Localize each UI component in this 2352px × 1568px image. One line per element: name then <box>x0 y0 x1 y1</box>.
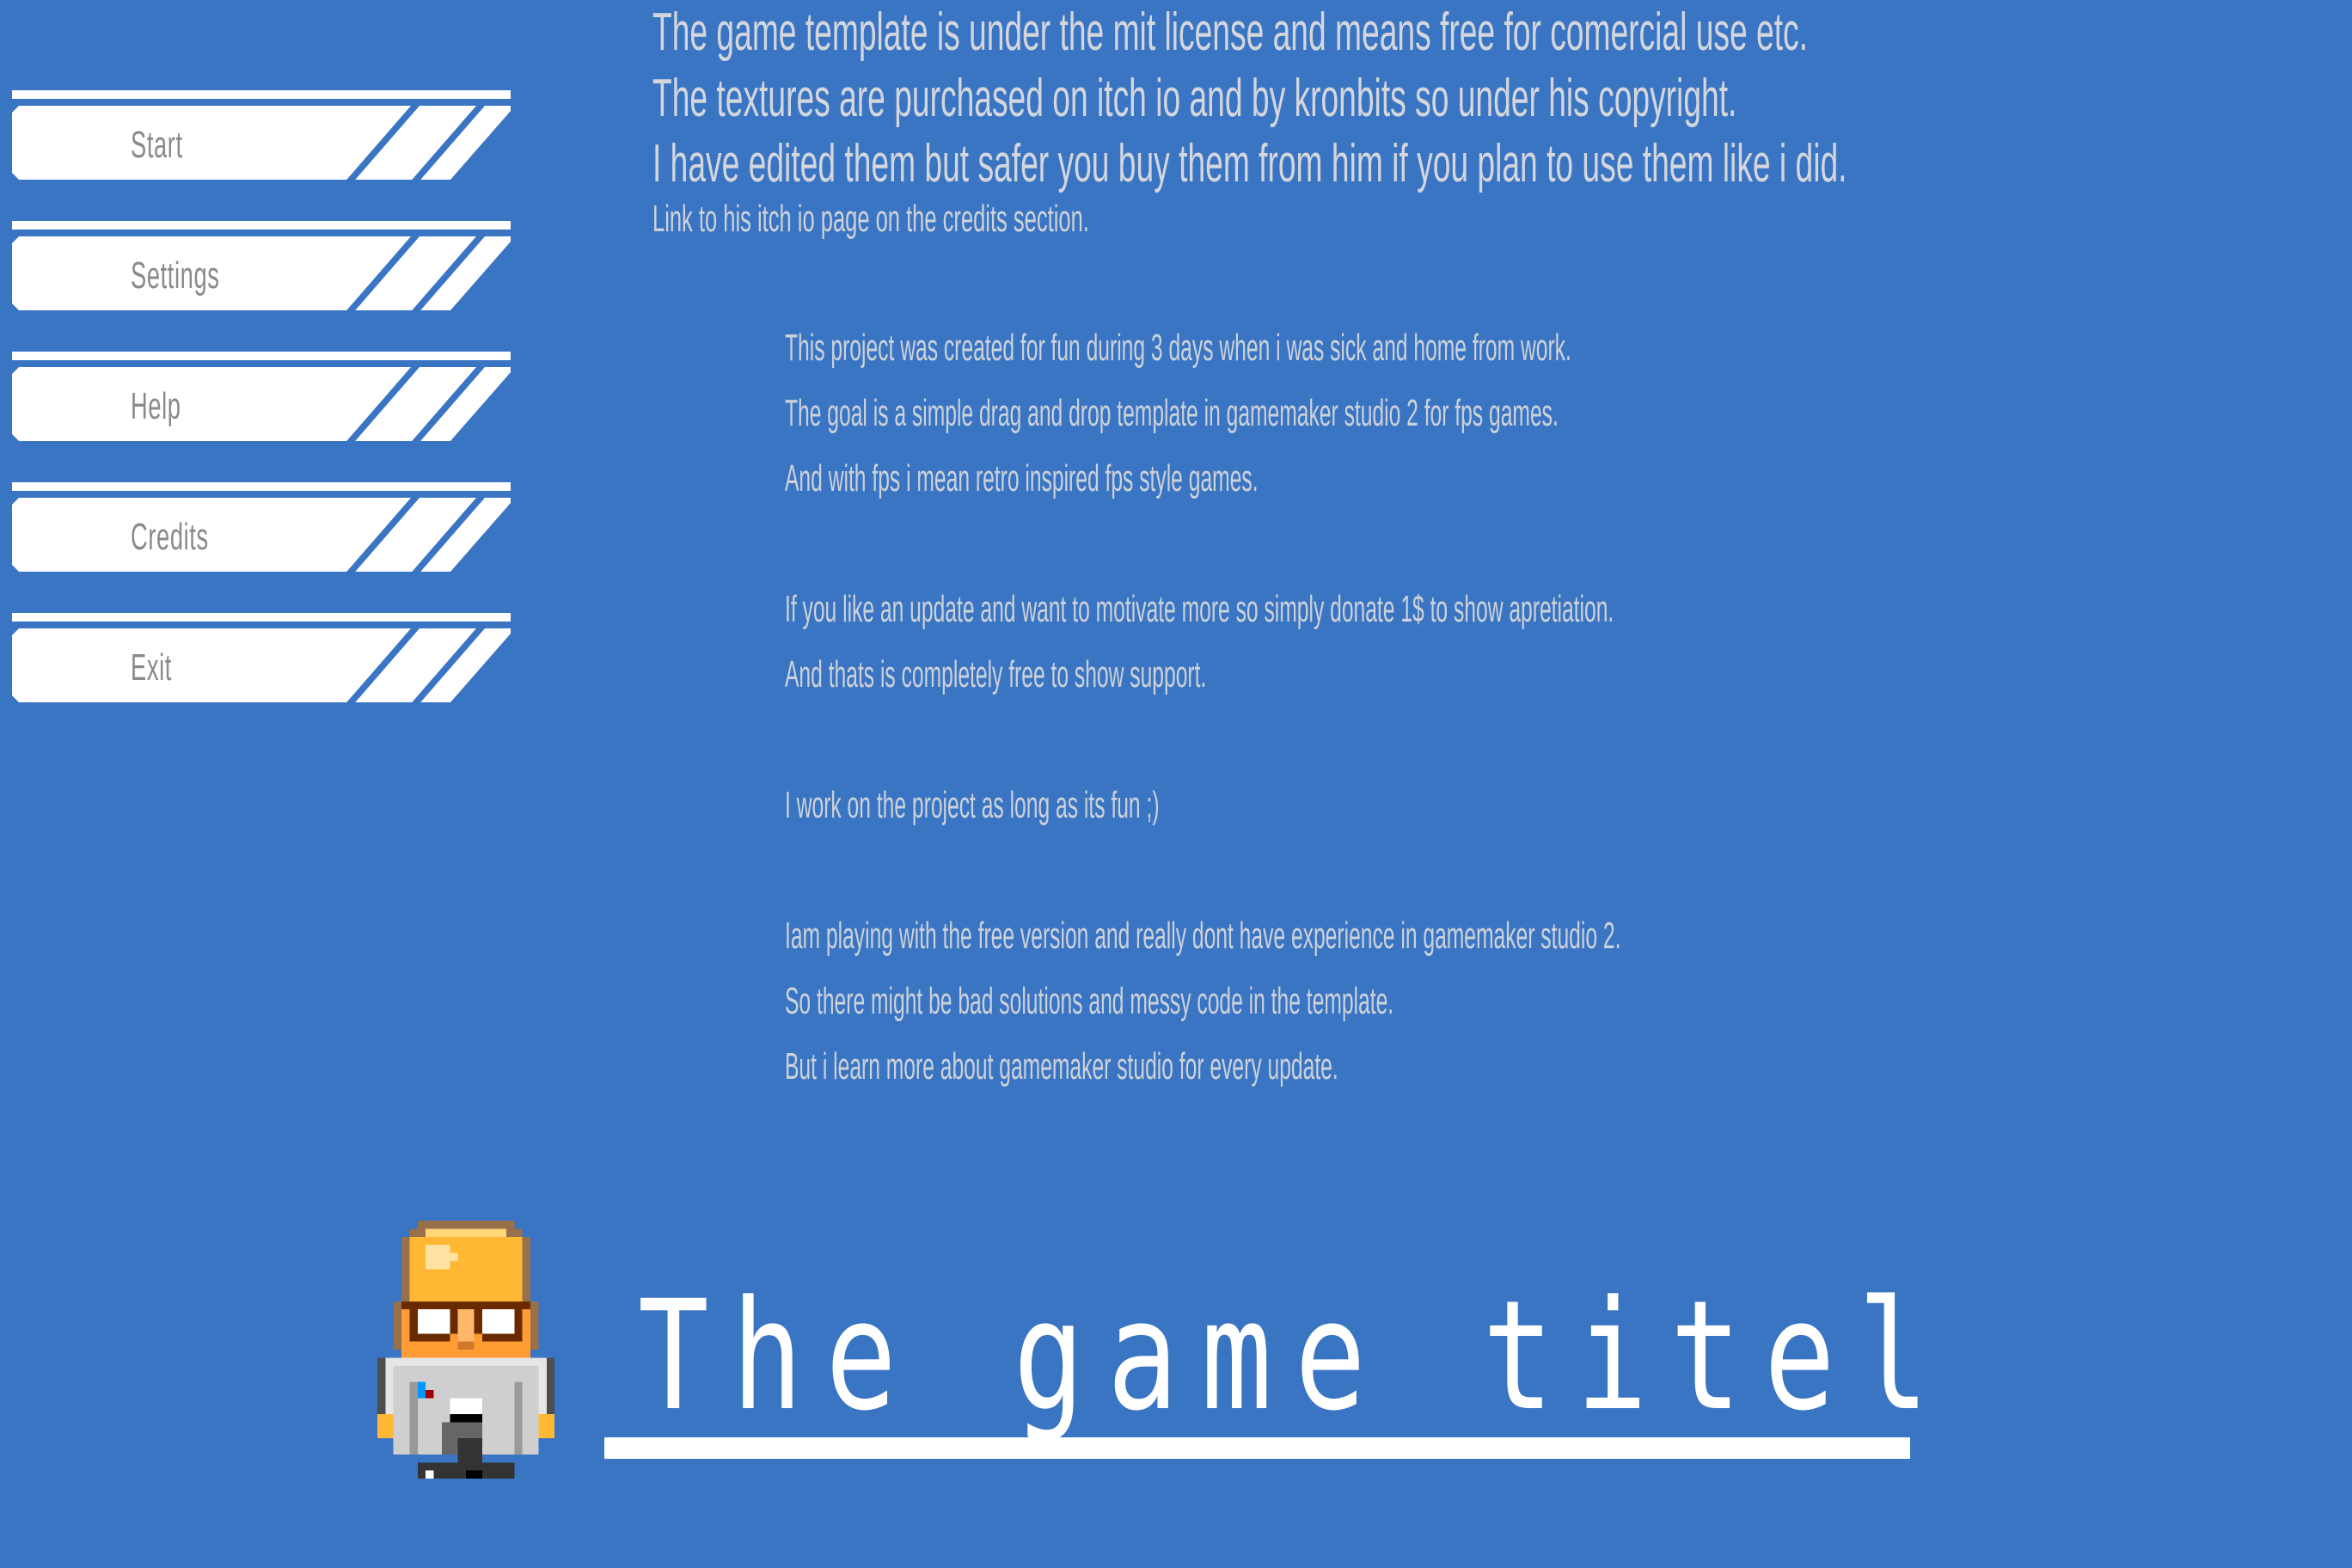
button-top-strip <box>12 221 511 230</box>
about-line: But i learn more about gamemaker studio … <box>785 1045 1338 1087</box>
button-body <box>12 236 511 310</box>
button-top-strip <box>12 90 511 99</box>
license-line: The textures are purchased on itch io an… <box>652 69 1737 128</box>
button-body <box>12 367 511 441</box>
about-line: Iam playing with the free version and re… <box>785 915 1621 957</box>
button-body <box>12 628 511 702</box>
button-top-strip <box>12 352 511 360</box>
button-top-strip <box>12 482 511 491</box>
exit-button[interactable]: Exit <box>12 613 511 711</box>
about-line: This project was created for fun during … <box>785 327 1571 369</box>
license-line: The game template is under the mit licen… <box>652 3 1808 62</box>
button-body <box>12 106 511 180</box>
credits-note: Link to his itch io page on the credits … <box>652 198 1089 240</box>
about-line: If you like an update and want to motiva… <box>785 588 1614 630</box>
about-line: The goal is a simple drag and drop templ… <box>785 392 1559 434</box>
button-label: Help <box>131 385 181 427</box>
help-button[interactable]: Help <box>12 352 511 450</box>
button-label: Start <box>131 124 183 166</box>
about-line: So there might be bad solutions and mess… <box>785 980 1394 1022</box>
about-line: I work on the project as long as its fun… <box>785 784 1160 826</box>
about-line: And thats is completely free to show sup… <box>785 653 1207 695</box>
credits-button[interactable]: Credits <box>12 482 511 580</box>
license-line: I have edited them but safer you buy the… <box>652 134 1847 193</box>
button-label: Credits <box>131 516 209 558</box>
button-label: Exit <box>131 646 172 689</box>
title-underline <box>604 1437 1910 1459</box>
about-line: And with fps i mean retro inspired fps s… <box>785 457 1259 499</box>
button-top-strip <box>12 613 511 622</box>
scientist-character-icon <box>377 1221 555 1479</box>
start-button[interactable]: Start <box>12 90 511 188</box>
button-label: Settings <box>131 254 220 297</box>
settings-button[interactable]: Settings <box>12 221 511 319</box>
button-body <box>12 498 511 572</box>
game-title: The game titel <box>638 1268 1952 1444</box>
